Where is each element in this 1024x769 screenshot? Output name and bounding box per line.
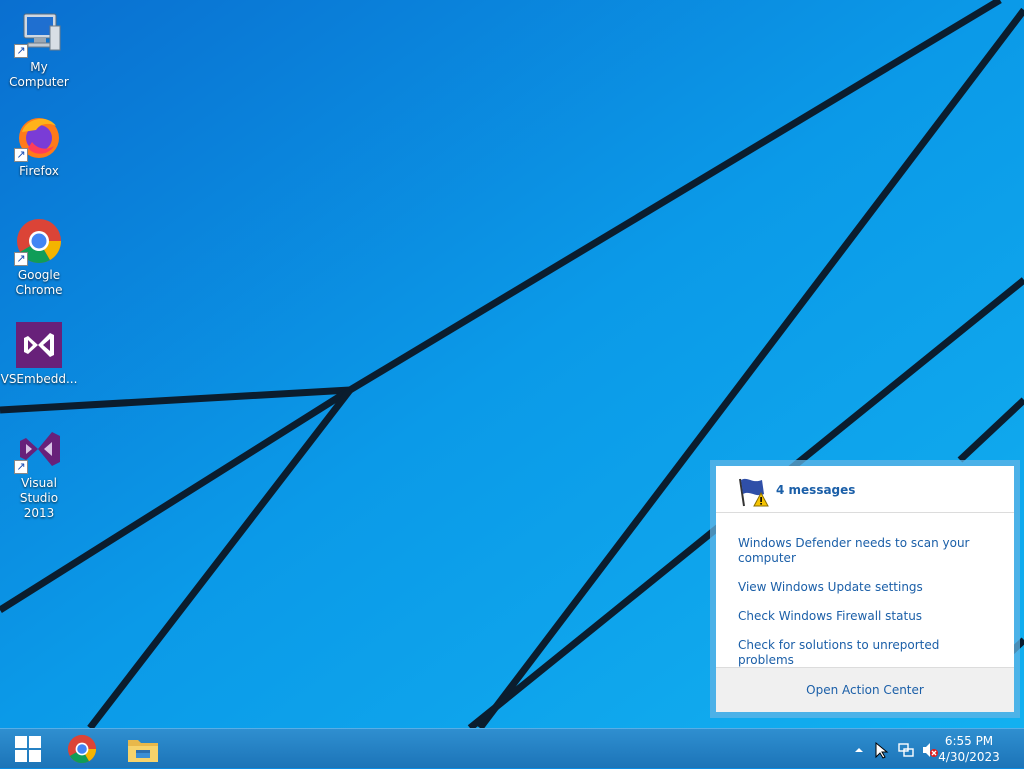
desktop-icon-label: Google Chrome	[15, 268, 63, 297]
start-button[interactable]	[0, 729, 56, 769]
message-windows-firewall[interactable]: Check Windows Firewall status	[738, 609, 988, 624]
action-center-flag-tray-icon[interactable]	[873, 741, 891, 759]
taskbar-file-explorer-button[interactable]	[115, 729, 171, 769]
desktop-icon-my-computer[interactable]: ↗ My Computer	[0, 0, 78, 90]
clock-time: 6:55 PM	[944, 734, 994, 748]
file-explorer-icon	[128, 740, 158, 762]
network-icon[interactable]	[897, 741, 915, 759]
desktop-icon-google-chrome[interactable]: ↗ Google Chrome	[0, 208, 78, 298]
action-center-popup: 4 messages Windows Defender needs to sca…	[710, 460, 1020, 718]
shortcut-arrow-icon: ↗	[14, 148, 28, 162]
action-center-flag-warning-icon	[739, 478, 769, 507]
message-windows-update[interactable]: View Windows Update settings	[738, 580, 988, 595]
message-unreported-problems[interactable]: Check for solutions to unreported proble…	[738, 638, 988, 668]
desktop-icon-vsembedded[interactable]: VSEmbedd...	[0, 312, 78, 387]
open-action-center-link[interactable]: Open Action Center	[716, 667, 1014, 712]
clock-date: 4/30/2023	[938, 750, 1000, 764]
computer-icon: ↗	[14, 8, 64, 58]
shortcut-arrow-icon: ↗	[14, 460, 28, 474]
visual-studio-icon: ↗	[14, 424, 64, 474]
vs-embedded-icon	[14, 320, 64, 370]
desktop-icon-label: VSEmbedd...	[0, 372, 78, 386]
taskbar-clock[interactable]: 6:55 PM 4/30/2023	[934, 733, 1004, 765]
firefox-icon: ↗	[14, 112, 64, 162]
shortcut-arrow-icon: ↗	[14, 44, 28, 58]
desktop-icon-label: Firefox	[19, 164, 59, 178]
chrome-icon	[67, 734, 97, 764]
desktop-icon-label: My Computer	[9, 60, 69, 89]
action-center-title: 4 messages	[776, 483, 856, 497]
action-center-header: 4 messages	[716, 466, 1014, 513]
desktop-icon-firefox[interactable]: ↗ Firefox	[0, 104, 78, 179]
chrome-icon: ↗	[14, 216, 64, 266]
message-windows-defender[interactable]: Windows Defender needs to scan your comp…	[738, 536, 988, 566]
start-icon	[15, 736, 41, 762]
taskbar-chrome-button[interactable]	[54, 729, 110, 769]
show-hidden-icons-chevron-icon[interactable]	[850, 741, 868, 759]
taskbar: 6:55 PM 4/30/2023	[0, 728, 1024, 768]
desktop-icon-label: Visual Studio 2013	[19, 476, 59, 520]
shortcut-arrow-icon: ↗	[14, 252, 28, 266]
action-center-panel: 4 messages Windows Defender needs to sca…	[716, 466, 1014, 712]
desktop-icon-visual-studio-2013[interactable]: ↗ Visual Studio 2013	[0, 416, 78, 521]
